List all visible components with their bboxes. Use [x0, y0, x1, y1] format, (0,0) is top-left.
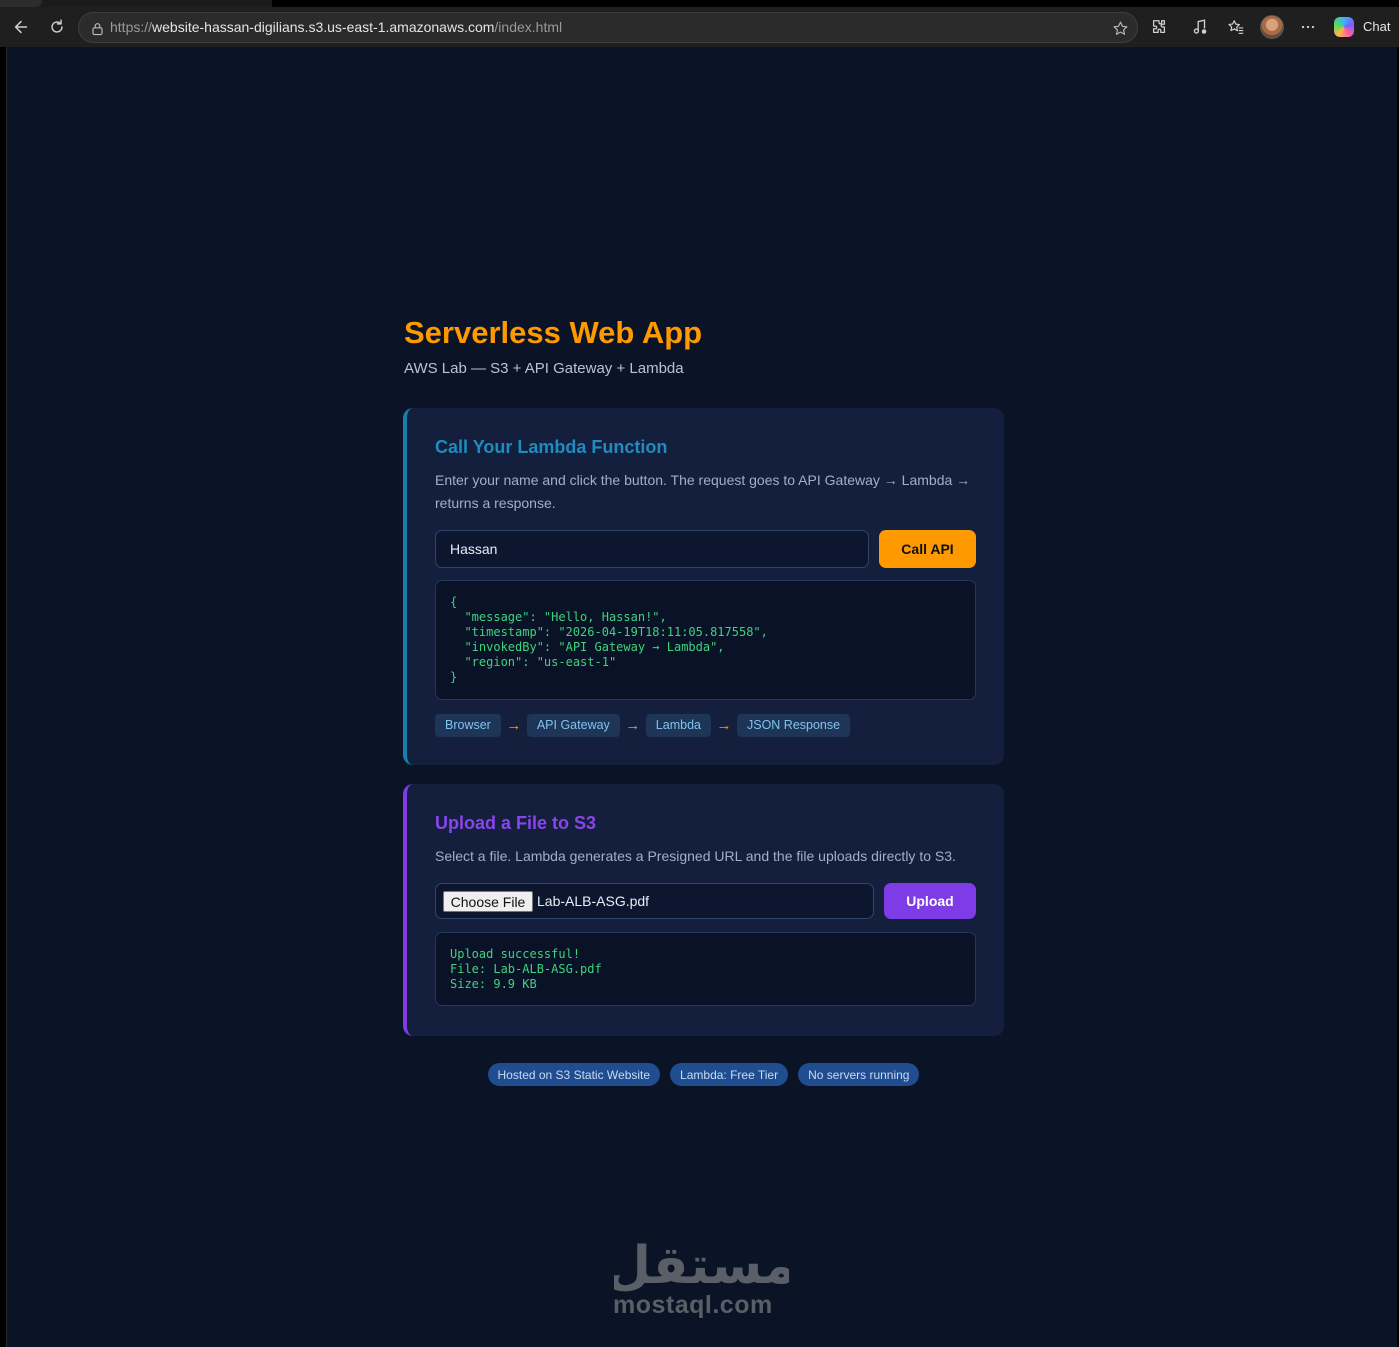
browser-toolbar: https://website-hassan-digilians.s3.us-e… — [0, 7, 1399, 47]
api-response-output: { "message": "Hello, Hassan!", "timestam… — [435, 580, 976, 700]
extensions-button[interactable] — [1143, 11, 1175, 43]
badge-no-servers: No servers running — [798, 1063, 920, 1086]
url-prefix: https:// — [110, 19, 153, 35]
badge-hosting: Hosted on S3 Static Website — [487, 1063, 661, 1086]
mostaql-logo: مستقل — [614, 1237, 789, 1292]
page-title: Serverless Web App — [404, 315, 703, 350]
flow-step-browser: Browser — [435, 713, 501, 737]
upload-result-output: Upload successful! File: Lab-ALB-ASG.pdf… — [435, 932, 976, 1006]
tab-strip — [0, 0, 1399, 7]
copilot-chat-button[interactable]: Chat — [1330, 12, 1396, 42]
site-info-icon[interactable] — [88, 19, 106, 37]
reload-icon — [51, 19, 63, 33]
lambda-card-description: Enter your name and click the button. Th… — [435, 472, 971, 511]
flow-step-lambda: Lambda — [645, 713, 711, 737]
watermark-arabic: مستقل — [614, 1237, 789, 1292]
page-viewport: Serverless Web App AWS Lab — S3 + API Ga… — [6, 47, 1397, 1347]
back-icon — [14, 20, 28, 34]
flow-step-api-gateway: API Gateway — [526, 713, 620, 737]
active-tab[interactable] — [272, 0, 1399, 7]
watermark-latin: mostaql.com — [613, 1291, 773, 1319]
media-icon — [1193, 19, 1207, 34]
reload-button[interactable] — [41, 11, 73, 43]
badge-lambda-tier: Lambda: Free Tier — [670, 1063, 789, 1086]
extensions-icon — [1152, 20, 1166, 34]
upload-button[interactable]: Upload — [884, 883, 976, 919]
favorite-star-icon[interactable] — [1109, 17, 1131, 39]
copilot-icon — [1334, 17, 1354, 37]
flow-step-json-response: JSON Response — [736, 713, 851, 737]
footer-badges: Hosted on S3 Static Website Lambda: Free… — [403, 1063, 1004, 1086]
selected-file-name: Lab-ALB-ASG.pdf — [537, 893, 650, 909]
flow-arrow-icon: → — [506, 716, 522, 734]
upload-card: Upload a File to S3 Select a file. Lambd… — [403, 784, 1004, 1036]
choose-file-button[interactable]: Choose File — [443, 891, 533, 912]
back-button[interactable] — [5, 11, 37, 43]
media-control-button[interactable] — [1184, 11, 1216, 43]
lambda-card-title: Call Your Lambda Function — [435, 437, 668, 457]
flow-arrow-icon: → — [625, 716, 641, 734]
upload-card-description: Select a file. Lambda generates a Presig… — [435, 848, 956, 864]
name-input[interactable]: Hassan — [435, 530, 869, 568]
address-bar[interactable]: https://website-hassan-digilians.s3.us-e… — [78, 12, 1138, 43]
call-api-button[interactable]: Call API — [879, 530, 976, 568]
url-host: website-hassan-digilians.s3.us-east-1.am… — [152, 19, 495, 35]
request-flow: Browser → API Gateway → Lambda → JSON Re… — [435, 713, 851, 737]
upload-card-title: Upload a File to S3 — [435, 813, 597, 833]
flow-arrow-icon: → — [716, 716, 732, 734]
favorites-button[interactable] — [1220, 11, 1252, 43]
url-path: /index.html — [494, 19, 563, 35]
profile-avatar[interactable] — [1260, 15, 1284, 39]
more-button[interactable] — [1292, 11, 1324, 43]
inactive-tab[interactable] — [0, 0, 42, 7]
url-text[interactable]: https://website-hassan-digilians.s3.us-e… — [110, 19, 562, 35]
favorites-icon — [1228, 20, 1244, 34]
lambda-card: Call Your Lambda Function Enter your nam… — [403, 408, 1004, 765]
file-input[interactable]: Choose File Lab-ALB-ASG.pdf — [435, 883, 874, 919]
page-subtitle: AWS Lab — S3 + API Gateway + Lambda — [404, 360, 684, 377]
mostaql-watermark: مستقل mostaql.com — [7, 1237, 1398, 1327]
more-icon — [1301, 25, 1315, 29]
chat-label: Chat — [1363, 19, 1391, 34]
